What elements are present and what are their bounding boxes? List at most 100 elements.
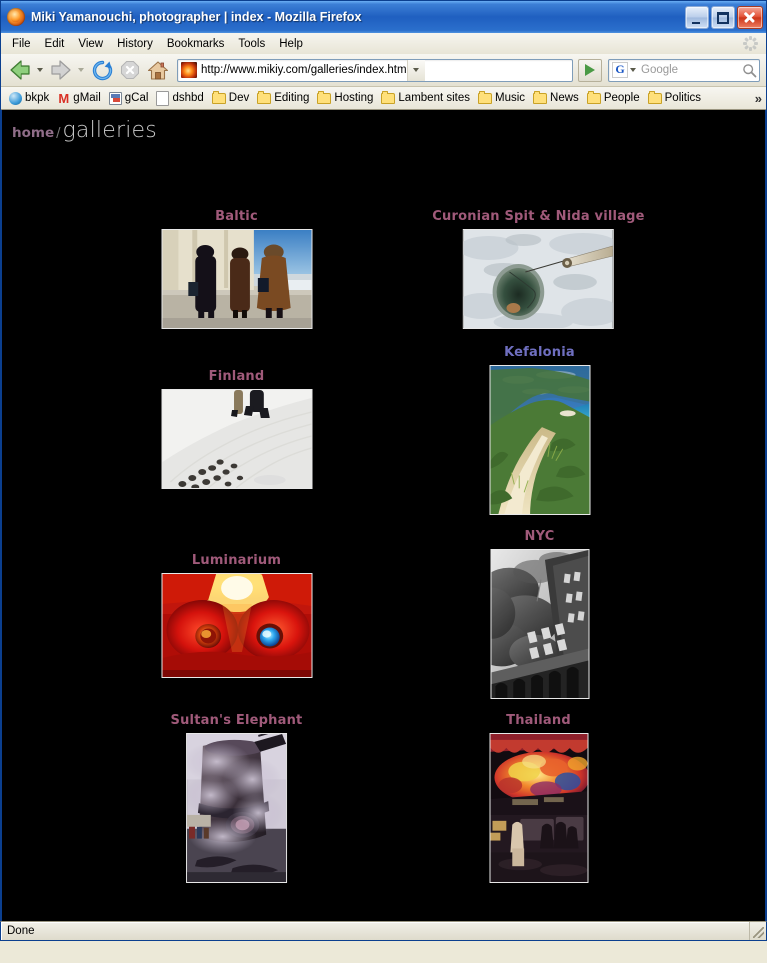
bookmark-folder-dev[interactable]: Dev [208,90,253,105]
bookmark-label: gMail [73,92,101,104]
throbber-icon [743,36,758,51]
gallery-thumbnail-link[interactable] [161,389,312,490]
firefox-logo-icon [7,8,25,26]
bookmark-folder-editing[interactable]: Editing [253,90,313,105]
resize-grip[interactable] [750,922,766,940]
search-input[interactable]: Google [641,64,739,76]
menu-view[interactable]: View [71,36,110,52]
bookmark-label: bkpk [25,92,50,104]
menu-help[interactable]: Help [272,36,310,52]
bookmark-label: Politics [664,92,702,104]
bookmarks-toolbar: bkpk M gMail gCal dshbd Dev Editing Host… [1,87,766,110]
document-icon [156,90,170,106]
menu-history[interactable]: History [110,36,160,52]
mail-icon: M [58,90,70,106]
bookmark-gcal[interactable]: gCal [105,91,153,106]
search-placeholder-text: Google [641,64,679,76]
globe-icon [9,91,22,105]
bookmark-label: People [603,92,640,104]
url-input[interactable]: http://www.mikiy.com/galleries/index.htm [201,64,407,76]
reload-button[interactable] [89,58,115,82]
bookmark-folder-lambent-sites[interactable]: Lambent sites [377,90,474,105]
bookmark-label: gCal [124,92,149,104]
gallery-thumbnail-image [456,230,621,331]
site-favicon-icon [181,62,197,78]
bookmark-label: Music [495,92,526,104]
gallery-thumbnail-link[interactable] [456,229,621,331]
gallery-title-link[interactable]: Luminarium [161,553,312,568]
forward-button [48,58,87,82]
gallery-thumbnail-link[interactable] [467,549,589,699]
gallery-title-link[interactable]: Kefalonia [489,345,590,360]
search-engine-dropdown-caret-icon[interactable] [630,68,636,72]
menu-tools[interactable]: Tools [231,36,272,52]
breadcrumb: home/galleries [2,110,765,142]
reload-icon [92,60,112,80]
gallery-thumbnail-link[interactable] [183,729,287,883]
gallery-title-link[interactable]: Baltic [161,209,312,224]
window-controls [685,5,763,29]
bookmark-bkpk[interactable]: bkpk [5,91,53,106]
page-content: home/galleries Baltic Curonian Spit & Ni… [2,110,765,921]
browser-window: Miki Yamanouchi, photographer | index - … [0,0,767,963]
gallery-item: NYC [467,529,589,703]
folder-icon [317,90,332,104]
gallery-item: Curonian Spit & Nida village [432,209,645,333]
bookmarks-overflow-button[interactable]: » [755,91,762,106]
gallery-item: Luminarium [161,553,312,682]
url-history-dropdown[interactable] [406,59,425,81]
bookmark-gmail[interactable]: M gMail [53,91,104,105]
gallery-item: Finland [161,369,312,493]
home-icon [147,60,169,80]
maximize-button[interactable] [711,5,735,29]
bookmark-label: Hosting [334,92,374,104]
gallery-thumbnail-image [467,550,588,698]
bookmark-dshbd[interactable]: dshbd [152,90,207,107]
forward-dropdown-caret-icon [78,68,84,72]
bookmark-folder-hosting[interactable]: Hosting [313,90,377,105]
gallery-title-link[interactable]: Finland [161,369,312,384]
back-button[interactable] [7,58,46,82]
gallery-title-link[interactable]: Sultan's Elephant [171,713,303,728]
url-bar[interactable]: http://www.mikiy.com/galleries/index.htm [177,58,573,82]
breadcrumb-home-link[interactable]: home [12,125,54,141]
stop-icon [121,61,139,79]
menu-bar: File Edit View History Bookmarks Tools H… [1,33,766,54]
bookmark-folder-news[interactable]: News [529,90,583,105]
close-button[interactable] [737,5,763,29]
title-bar: Miki Yamanouchi, photographer | index - … [0,0,767,33]
status-text: Done [1,922,750,940]
bookmark-folder-people[interactable]: People [583,90,644,105]
gallery-thumbnail-link[interactable] [161,568,312,678]
gallery-thumbnail-link[interactable] [489,733,589,883]
gallery-item: Baltic [161,209,312,333]
search-submit-button[interactable] [739,63,759,78]
home-button[interactable] [145,58,171,82]
minimize-button[interactable] [685,5,709,29]
breadcrumb-separator: / [56,126,61,141]
back-dropdown-caret-icon[interactable] [37,68,43,72]
page-viewport: home/galleries Baltic Curonian Spit & Ni… [1,110,766,921]
search-icon [742,63,756,77]
gallery-thumbnail-image [490,734,589,882]
menu-bookmarks[interactable]: Bookmarks [160,36,232,52]
gallery-thumbnail-link[interactable] [161,229,312,329]
bookmark-folder-music[interactable]: Music [474,90,529,105]
search-bar[interactable]: G Google [608,58,760,82]
bookmark-folder-politics[interactable]: Politics [644,90,705,105]
menu-edit[interactable]: Edit [38,36,72,52]
gallery-item: Thailand [489,713,589,887]
go-button[interactable] [578,58,602,82]
gallery-title-link[interactable]: Curonian Spit & Nida village [432,209,644,224]
gallery-title-link[interactable]: Thailand [489,713,588,728]
folder-icon [478,90,493,104]
gallery-thumbnail-link[interactable] [488,365,590,515]
gallery-title-link[interactable]: NYC [490,529,589,544]
gallery-thumbnail-image [488,366,589,514]
page-title: galleries [62,118,157,143]
menu-file[interactable]: File [5,36,38,52]
bookmark-label: News [550,92,579,104]
chevron-down-icon [413,68,420,72]
bookmark-label: Lambent sites [398,92,471,104]
folder-icon [533,90,548,104]
